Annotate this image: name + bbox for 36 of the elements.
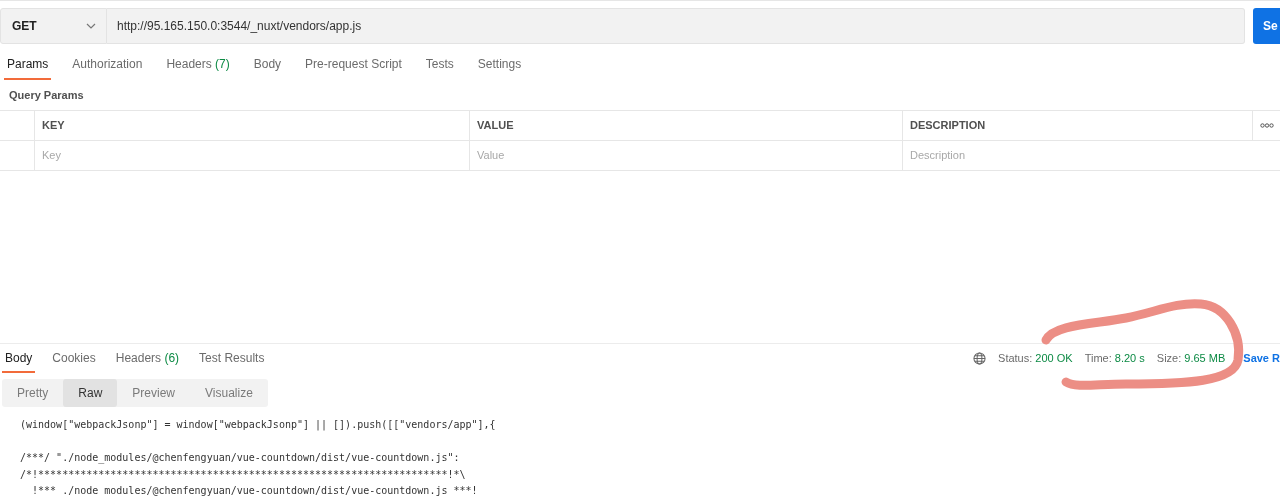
column-header: VALUE [477, 118, 514, 134]
method-dropdown[interactable]: GET [0, 8, 107, 44]
param-input[interactable]: Description [903, 141, 1280, 170]
tab[interactable]: Params [4, 50, 52, 80]
globe-icon[interactable] [973, 352, 987, 365]
column-header: DESCRIPTION [910, 118, 986, 134]
view-mode-tab[interactable]: Raw [63, 379, 118, 407]
tab[interactable]: Headers (7) [163, 50, 233, 80]
tab[interactable]: Cookies [49, 344, 99, 373]
tab[interactable]: Settings [474, 50, 525, 80]
response-meta: Time: 8.20 s [1084, 351, 1145, 367]
tab[interactable]: Headers (6) [112, 344, 183, 373]
code-line: /*!********************************************************************!*\ [20, 467, 466, 482]
code-line: !*** ./node_modules/@chenfengyuan/vue-countdown/dist/vue-countdown.js ***! [31, 484, 478, 496]
chevron-down-icon [86, 23, 96, 29]
param-input[interactable]: Value [470, 141, 903, 170]
tab[interactable]: Body [250, 50, 285, 80]
response-meta: Size: 9.65 MB [1156, 351, 1226, 367]
view-mode-tab[interactable]: Pretty [2, 379, 64, 407]
tab[interactable]: Body [2, 344, 36, 373]
more-icon[interactable] [1259, 123, 1274, 128]
response-meta: Status: 200 OK [998, 351, 1073, 367]
view-mode-tab[interactable]: Preview [117, 379, 191, 407]
save-response-link[interactable]: Save R [1243, 350, 1280, 367]
code-line: (window["webpackJsonp"] = window["webpackJsonp"] || []).push([["vendors/app"],{ [20, 418, 496, 433]
view-mode-tab[interactable]: Visualize [190, 379, 268, 407]
tab[interactable]: Authorization [69, 50, 146, 80]
tab[interactable]: Test Results [196, 344, 268, 373]
tab[interactable]: Pre-request Script [302, 50, 405, 80]
tab[interactable]: Tests [422, 50, 457, 80]
url-field[interactable]: http://95.165.150.0:3544/_nuxt/vendors/app.js [107, 8, 1245, 44]
send-button[interactable]: Se [1253, 8, 1280, 44]
column-header: KEY [42, 118, 65, 134]
section-title: Query Params [8, 87, 84, 103]
code-line: /***/ "./node_modules/@chenfengyuan/vue-countdown/dist/vue-countdown.js": [20, 451, 460, 466]
param-input[interactable]: Key [35, 141, 470, 170]
